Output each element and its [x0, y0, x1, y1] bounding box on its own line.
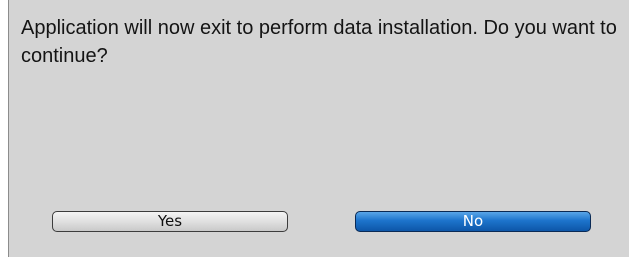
dialog-message: Application will now exit to perform dat…	[21, 17, 617, 67]
no-button[interactable]: No	[355, 211, 591, 232]
confirmation-dialog: Application will now exit to perform dat…	[8, 0, 629, 257]
yes-button[interactable]: Yes	[52, 211, 288, 232]
